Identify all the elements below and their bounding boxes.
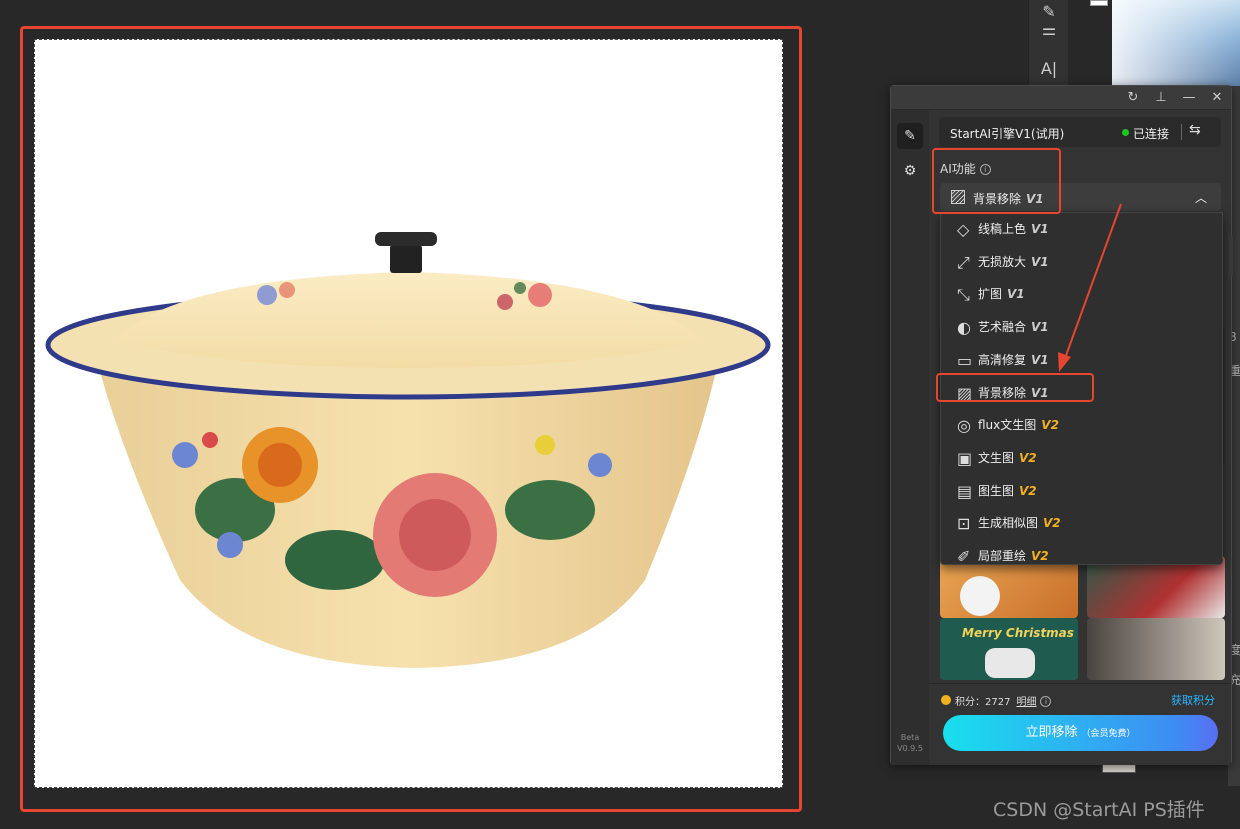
annotation-arrow [1058,203,1122,372]
